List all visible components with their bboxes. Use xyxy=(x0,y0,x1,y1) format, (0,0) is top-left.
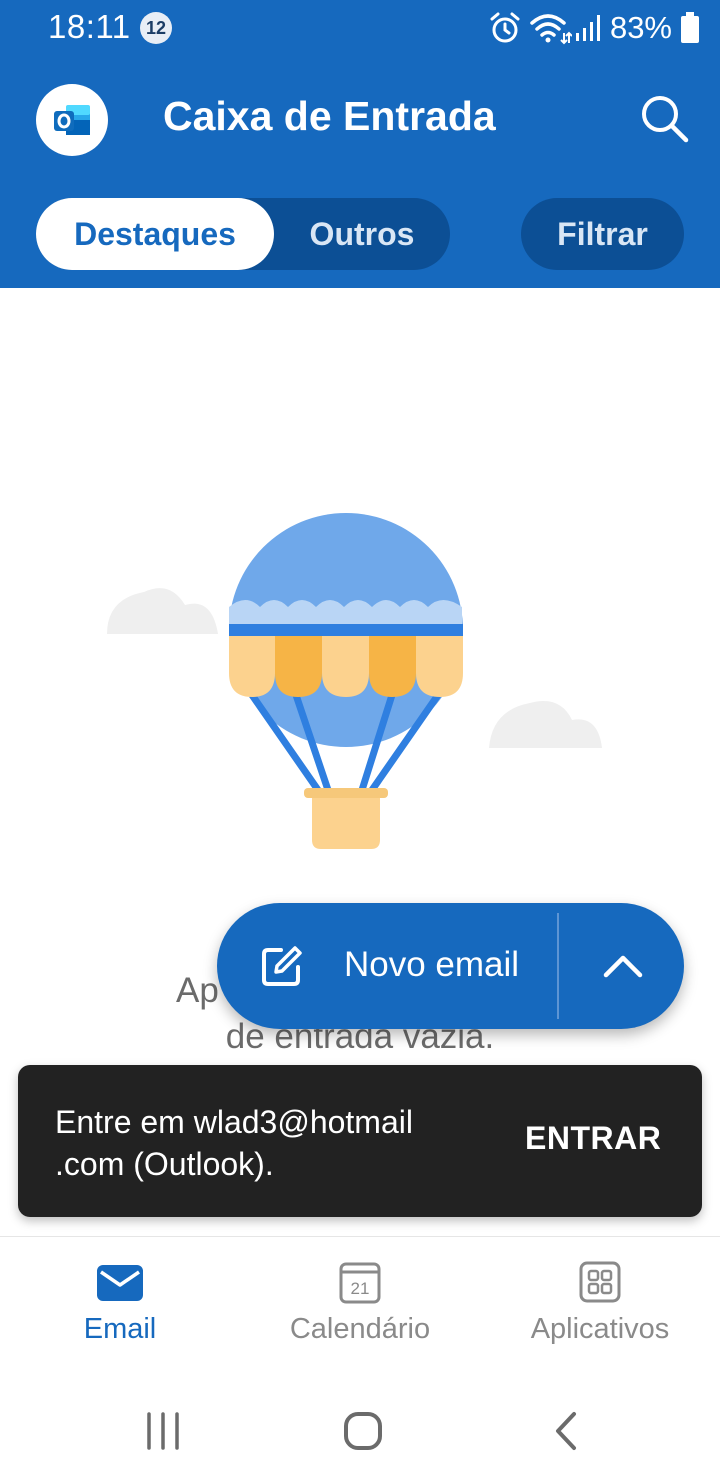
apps-icon xyxy=(579,1261,621,1303)
new-email-fab: Novo email xyxy=(217,903,684,1029)
mail-icon xyxy=(97,1265,143,1301)
sign-in-snackbar: Entre em wlad3@hotmail .com (Outlook). E… xyxy=(18,1065,702,1217)
tab-destaques[interactable]: Destaques xyxy=(36,198,274,270)
home-icon[interactable] xyxy=(333,1402,393,1462)
wifi-icon xyxy=(530,14,572,45)
nav-item-calendar[interactable]: 21 Calendário xyxy=(240,1237,480,1367)
new-email-label: Novo email xyxy=(344,945,520,984)
outlook-logo-icon[interactable] xyxy=(36,84,108,156)
new-email-button[interactable]: Novo email xyxy=(217,903,557,1029)
battery-percentage: 83% xyxy=(609,10,672,45)
hot-air-balloon-illustration xyxy=(107,513,602,849)
status-icons: 83% xyxy=(488,8,700,48)
compose-icon xyxy=(262,946,302,986)
status-bar: 18:11 12 83% xyxy=(0,0,720,56)
status-time: 18:11 xyxy=(48,8,131,45)
search-icon[interactable] xyxy=(636,90,692,146)
battery-icon xyxy=(681,12,699,43)
snackbar-message: Entre em wlad3@hotmail .com (Outlook). xyxy=(55,1104,413,1182)
fab-expand-button[interactable] xyxy=(559,903,684,1029)
app-header: 18:11 12 83% Caixa de Entrada Destaques … xyxy=(0,0,720,288)
back-icon[interactable] xyxy=(536,1402,596,1462)
nav-label-apps: Aplicativos xyxy=(530,1313,670,1345)
filter-button[interactable]: Filtrar xyxy=(521,198,684,270)
sign-in-button[interactable]: ENTRAR xyxy=(525,1120,661,1157)
nav-label-email: Email xyxy=(83,1313,157,1345)
nav-label-calendar: Calendário xyxy=(289,1313,431,1345)
signal-icon xyxy=(575,15,600,41)
system-navigation-bar xyxy=(0,1380,720,1480)
notification-count-badge: 12 xyxy=(140,12,172,44)
page-title: Caixa de Entrada xyxy=(163,93,496,139)
chevron-up-icon xyxy=(603,955,643,978)
tab-outros[interactable]: Outros xyxy=(274,198,450,270)
calendar-day: 21 xyxy=(350,1279,370,1298)
nav-item-email[interactable]: Email xyxy=(0,1237,240,1367)
recents-icon[interactable] xyxy=(133,1402,193,1462)
nav-item-apps[interactable]: Aplicativos xyxy=(480,1237,720,1367)
bottom-navigation: Email 21 Calendário Aplicativos xyxy=(0,1236,720,1366)
alarm-icon xyxy=(490,12,520,43)
inbox-tab-switcher: Destaques Outros xyxy=(36,198,450,270)
